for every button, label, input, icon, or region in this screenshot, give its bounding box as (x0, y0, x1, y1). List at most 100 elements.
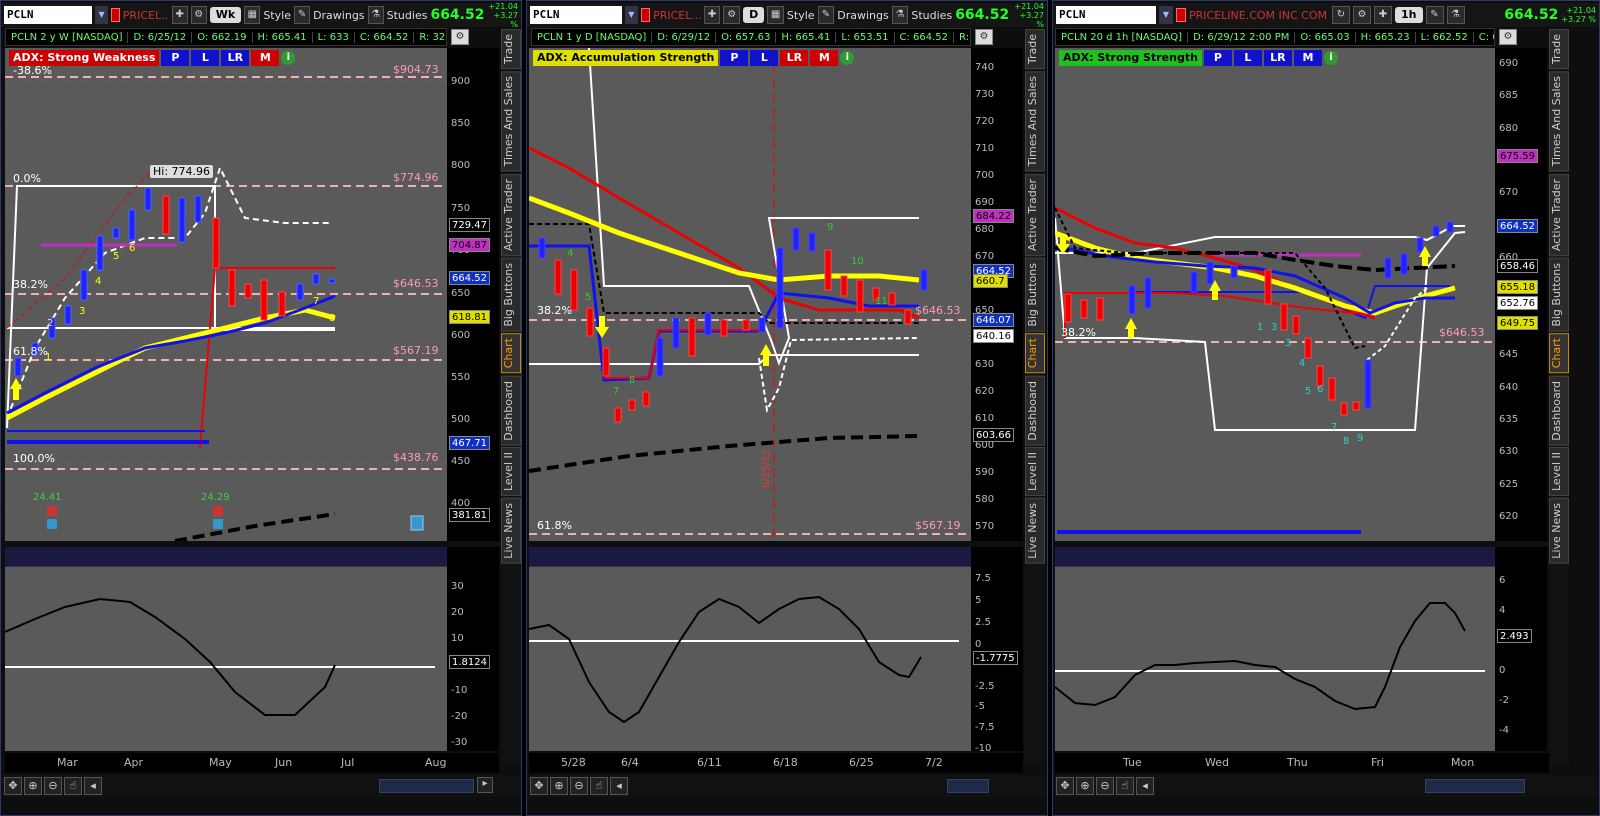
p-button[interactable]: P (1203, 50, 1232, 66)
tab-dashboard[interactable]: Dashboard (1025, 375, 1045, 446)
wrench-icon[interactable]: ⚙ (723, 6, 741, 24)
m-button[interactable]: M (810, 50, 839, 66)
info-icon[interactable]: i (1323, 51, 1338, 65)
tab-level-ii[interactable]: Level II (501, 447, 521, 497)
l-button[interactable]: L (1233, 50, 1262, 66)
pencil-icon[interactable]: ✎ (293, 6, 311, 24)
chart-settings-icon[interactable]: ⚙ (1499, 29, 1517, 45)
chart-settings-icon[interactable]: ⚙ (975, 29, 993, 45)
lr-button[interactable]: LR (221, 50, 250, 66)
crosshair-icon[interactable]: ✚ (1374, 6, 1392, 24)
flask-icon[interactable]: ⚗ (367, 6, 384, 24)
tab-big-buttons[interactable]: Big Buttons (1025, 257, 1045, 332)
symbol-input[interactable]: PCLN (530, 6, 622, 24)
symbol-dropdown-icon[interactable]: ▼ (95, 6, 108, 24)
hand-icon[interactable]: ☝ (64, 777, 82, 795)
pan-icon[interactable]: ✥ (1056, 777, 1074, 795)
style-icon[interactable]: ▦ (244, 6, 261, 24)
p-button[interactable]: P (720, 50, 749, 66)
studies-button[interactable]: Studies (387, 9, 428, 22)
pencil-icon[interactable]: ✎ (1425, 6, 1444, 24)
tab-big-buttons[interactable]: Big Buttons (501, 257, 521, 332)
tab-chart[interactable]: Chart (1025, 333, 1045, 374)
m-button[interactable]: M (1293, 50, 1322, 66)
crosshair-icon[interactable]: ✚ (171, 6, 188, 24)
pan-icon[interactable]: ✥ (4, 777, 22, 795)
crosshair-icon[interactable]: ✚ (703, 6, 721, 24)
tab-active-trader[interactable]: Active Trader (501, 173, 521, 256)
time-scrollbar[interactable] (947, 779, 989, 793)
tab-chart[interactable]: Chart (1549, 333, 1569, 374)
tab-big-buttons[interactable]: Big Buttons (1549, 257, 1569, 332)
link-color-icon[interactable] (1176, 8, 1186, 22)
wrench-icon[interactable]: ⚙ (190, 6, 207, 24)
tab-live-news[interactable]: Live News (501, 498, 521, 565)
flask-icon[interactable]: ⚗ (891, 6, 909, 24)
l-button[interactable]: L (750, 50, 779, 66)
m-button[interactable]: M (251, 50, 280, 66)
lr-button[interactable]: LR (780, 50, 809, 66)
tab-active-trader[interactable]: Active Trader (1549, 173, 1569, 256)
scroll-right-icon[interactable]: ▸ (477, 777, 493, 793)
symbol-dropdown-icon[interactable]: ▼ (624, 6, 638, 24)
scroll-left-icon[interactable]: ◂ (610, 777, 628, 795)
link-color-icon[interactable] (110, 8, 120, 22)
tab-live-news[interactable]: Live News (1025, 498, 1045, 565)
tab-chart[interactable]: Chart (501, 333, 521, 374)
scroll-left-icon[interactable]: ◂ (1136, 777, 1154, 795)
zoom-out-icon[interactable]: ⊖ (570, 777, 588, 795)
symbol-input[interactable]: PCLN (4, 6, 93, 24)
wrench-icon[interactable]: ⚙ (1353, 6, 1371, 24)
interval-button[interactable]: Wk (209, 7, 242, 23)
drawings-button[interactable]: Drawings (313, 9, 364, 22)
zoom-in-icon[interactable]: ⊕ (1076, 777, 1094, 795)
hand-icon[interactable]: ☝ (590, 777, 608, 795)
l-button[interactable]: L (191, 50, 220, 66)
symbol-input[interactable]: PCLN (1056, 6, 1156, 24)
price-chart[interactable]: 4 5 7 9 10 11 8 ADX: Accumulation Strength P L… (529, 48, 971, 541)
pan-icon[interactable]: ✥ (530, 777, 548, 795)
info-icon[interactable]: i (840, 51, 855, 65)
tab-trade[interactable]: Trade (501, 29, 521, 70)
pencil-icon[interactable]: ✎ (817, 6, 835, 24)
zoom-out-icon[interactable]: ⊖ (44, 777, 62, 795)
tab-level-ii[interactable]: Level II (1025, 447, 1045, 497)
symbol-dropdown-icon[interactable]: ▼ (1159, 6, 1173, 24)
tab-dashboard[interactable]: Dashboard (501, 375, 521, 446)
scroll-left-icon[interactable]: ◂ (84, 777, 102, 795)
tab-trade[interactable]: Trade (1549, 29, 1569, 70)
time-scrollbar[interactable] (379, 779, 474, 793)
hand-icon[interactable]: ☝ (1116, 777, 1134, 795)
tab-times-and-sales[interactable]: Times And Sales (501, 71, 521, 172)
lr-button[interactable]: LR (1263, 50, 1292, 66)
style-button[interactable]: Style (263, 9, 291, 22)
link-color-icon[interactable] (640, 8, 651, 22)
tab-dashboard[interactable]: Dashboard (1549, 375, 1569, 446)
zoom-out-icon[interactable]: ⊖ (1096, 777, 1114, 795)
refresh-icon[interactable]: ↻ (1332, 6, 1350, 24)
flask-icon[interactable]: ⚗ (1446, 6, 1465, 24)
zoom-in-icon[interactable]: ⊕ (550, 777, 568, 795)
interval-button[interactable]: 1h (1395, 7, 1423, 23)
oscillator-chart[interactable] (5, 547, 447, 751)
tab-active-trader[interactable]: Active Trader (1025, 173, 1045, 256)
chart-settings-icon[interactable]: ⚙ (451, 29, 469, 45)
info-icon[interactable]: i (281, 51, 296, 65)
oscillator-chart[interactable] (529, 547, 971, 751)
tab-trade[interactable]: Trade (1025, 29, 1045, 70)
tab-live-news[interactable]: Live News (1549, 498, 1569, 565)
price-chart[interactable]: 23456781 24.41 24.29 ADX: Strong Weakness… (5, 48, 447, 541)
tab-times-and-sales[interactable]: Times And Sales (1025, 71, 1045, 172)
style-button[interactable]: Style (787, 9, 815, 22)
tab-times-and-sales[interactable]: Times And Sales (1549, 71, 1569, 172)
style-icon[interactable]: ▦ (767, 6, 784, 24)
price-chart[interactable]: 133456789 ADX: Strong Strength P L LR M … (1055, 48, 1495, 541)
p-button[interactable]: P (161, 50, 190, 66)
drawings-button[interactable]: Drawings (837, 9, 888, 22)
time-scrollbar[interactable] (1425, 779, 1525, 793)
studies-button[interactable]: Studies (911, 9, 952, 22)
interval-button[interactable]: D (743, 7, 765, 23)
oscillator-chart[interactable] (1055, 547, 1495, 751)
tab-level-ii[interactable]: Level II (1549, 447, 1569, 497)
zoom-in-icon[interactable]: ⊕ (24, 777, 42, 795)
